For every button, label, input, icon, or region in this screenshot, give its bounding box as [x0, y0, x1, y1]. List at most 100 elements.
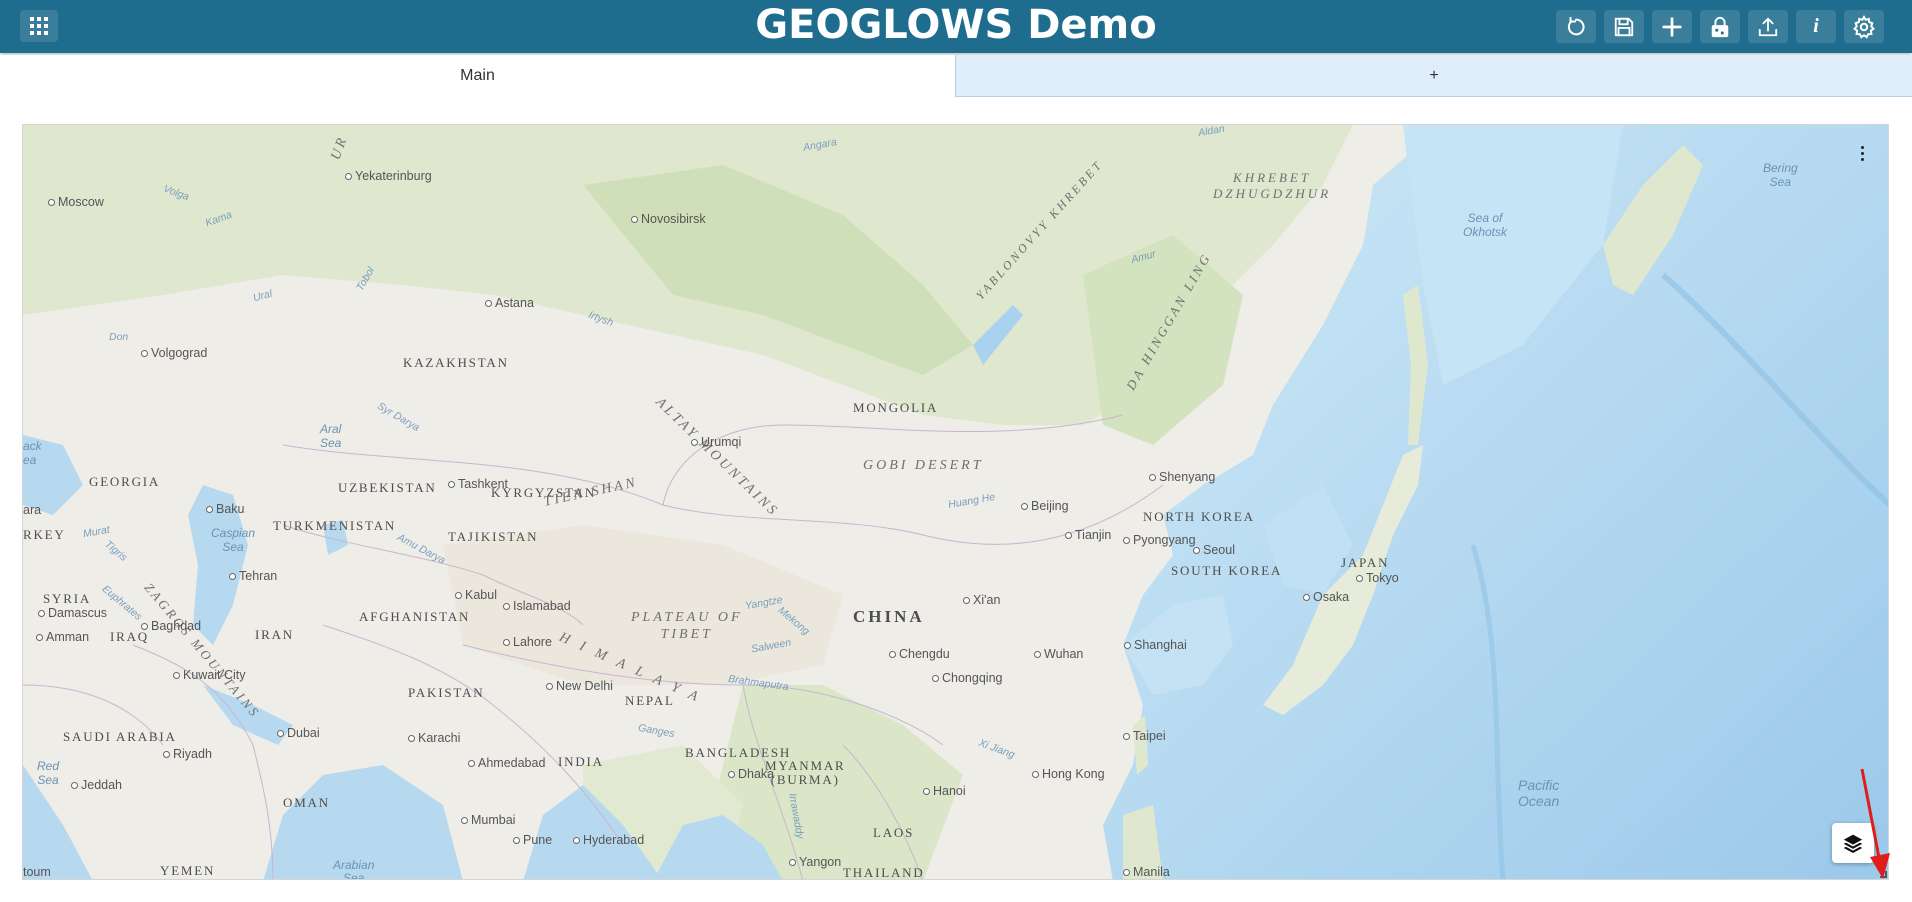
city-pyongyang: Pyongyang	[1123, 533, 1196, 547]
city-beijing: Beijing	[1021, 499, 1069, 513]
upload-button[interactable]	[1748, 10, 1788, 43]
label-river-don: Don	[109, 331, 129, 343]
city-tokyo: Tokyo	[1356, 571, 1399, 585]
label-bering-sea: Bering Sea	[1763, 161, 1798, 189]
info-icon: i	[1813, 15, 1819, 37]
upload-icon	[1758, 16, 1778, 36]
city-taipei: Taipei	[1123, 729, 1166, 743]
city-xian: Xi'an	[963, 593, 1000, 607]
city-shanghai: Shanghai	[1124, 638, 1187, 652]
city-manila: Manila	[1123, 865, 1170, 879]
label-mongolia: MONGOLIA	[853, 400, 939, 415]
label-sea-of-okhotsk: Sea of Okhotsk	[1463, 211, 1508, 239]
label-north-korea: NORTH KOREA	[1143, 509, 1255, 524]
label-gobi-desert: GOBI DESERT	[863, 458, 984, 473]
city-hong-kong: Hong Kong	[1032, 767, 1105, 781]
city-new-delhi: New Delhi	[546, 679, 613, 693]
refresh-icon	[1567, 16, 1585, 35]
city-mumbai: Mumbai	[461, 813, 515, 827]
label-thailand: THAILAND	[843, 865, 925, 880]
refresh-button[interactable]	[1556, 10, 1596, 43]
city-dubai: Dubai	[277, 726, 320, 740]
label-china: CHINA	[853, 607, 925, 626]
info-button[interactable]: i	[1796, 10, 1836, 43]
city-urumqi: Urumqi	[691, 435, 741, 449]
add-button[interactable]	[1652, 10, 1692, 43]
label-arabian-sea: Arabian Sea	[333, 858, 375, 880]
label-japan: JAPAN	[1341, 555, 1390, 570]
city-shenyang: Shenyang	[1149, 470, 1215, 484]
label-pacific-ocean: Pacific Ocean	[1518, 777, 1560, 809]
city-chengdu: Chengdu	[889, 647, 950, 661]
red-arrow-annotation	[1860, 768, 1890, 879]
city-tehran: Tehran	[229, 569, 277, 583]
city-moscow: Moscow	[48, 195, 104, 209]
label-caspian-sea: Caspian Sea	[211, 526, 256, 554]
city-tashkent: Tashkent	[448, 477, 508, 491]
label-plateau-of-tibet: PLATEAU OF TIBET	[631, 610, 743, 642]
city-amman: Amman	[36, 630, 89, 644]
city-kabul: Kabul	[455, 588, 497, 602]
label-laos: LAOS	[873, 825, 915, 840]
label-red-sea: Red Sea	[37, 759, 60, 787]
app-header: GEOGLOWS Demo i	[0, 0, 1912, 53]
add-icon	[1662, 16, 1682, 37]
label-aral-sea: Aral Sea	[320, 422, 342, 450]
city-volgograd: Volgograd	[141, 346, 207, 360]
kebab-dot-icon	[1860, 145, 1864, 149]
label-syria: SYRIA	[43, 591, 92, 606]
label-south-korea: SOUTH KOREA	[1171, 563, 1283, 578]
city-astana: Astana	[485, 296, 534, 310]
label-turkey: RKEY	[23, 527, 66, 542]
tab-main[interactable]: Main	[0, 55, 955, 97]
map-view[interactable]: KAZAKHSTAN MONGOLIA CHINA UZBEKISTAN TUR…	[22, 124, 1889, 880]
save-icon	[1614, 17, 1634, 36]
city-baghdad: Baghdad	[141, 619, 201, 633]
label-kazakhstan: KAZAKHSTAN	[403, 355, 509, 370]
city-baku: Baku	[206, 502, 245, 516]
city-riyadh: Riyadh	[163, 747, 212, 761]
city-pune: Pune	[513, 833, 552, 847]
apps-grid-button[interactable]	[20, 10, 58, 42]
city-osaka: Osaka	[1303, 590, 1349, 604]
kebab-dot-icon	[1860, 151, 1864, 155]
kebab-dot-icon	[1860, 157, 1864, 161]
gear-icon	[1853, 14, 1875, 39]
city-chongqing: Chongqing	[932, 671, 1002, 685]
lock-icon	[1711, 16, 1729, 37]
city-tianjin: Tianjin	[1065, 528, 1111, 542]
city-partial-toum: toum	[23, 865, 51, 879]
label-uzbekistan: UZBEKISTAN	[338, 480, 437, 495]
city-islamabad: Islamabad	[503, 599, 571, 613]
city-kuwait-city: Kuwait City	[173, 668, 246, 682]
label-saudi-arabia: SAUDI ARABIA	[63, 729, 177, 744]
label-oman: OMAN	[283, 795, 330, 810]
label-afghanistan: AFGHANISTAN	[359, 609, 471, 624]
city-dhaka: Dhaka	[728, 767, 774, 781]
city-partial-ara: ara	[23, 503, 42, 517]
city-karachi: Karachi	[408, 731, 460, 745]
map-options-menu-button[interactable]	[1852, 141, 1872, 165]
city-yekaterinburg: Yekaterinburg	[345, 169, 432, 183]
label-turkmenistan: TURKMENISTAN	[273, 518, 397, 533]
city-wuhan: Wuhan	[1034, 647, 1083, 661]
label-yemen: YEMEN	[160, 863, 216, 878]
label-tajikistan: TAJIKISTAN	[448, 529, 539, 544]
city-seoul: Seoul	[1193, 543, 1235, 557]
lock-button[interactable]	[1700, 10, 1740, 43]
city-novosibirsk: Novosibirsk	[631, 212, 706, 226]
label-pakistan: PAKISTAN	[408, 685, 485, 700]
settings-button[interactable]	[1844, 10, 1884, 43]
city-hyderabad: Hyderabad	[573, 833, 644, 847]
apps-grid-icon	[30, 17, 48, 35]
city-yangon: Yangon	[789, 855, 841, 869]
label-iran: IRAN	[255, 627, 294, 642]
label-india: INDIA	[558, 754, 604, 769]
label-khrebet-dzhugdzhur: KHREBET DZHUGDZHUR	[1213, 170, 1332, 201]
label-myanmar: MYANMAR (BURMA)	[765, 758, 846, 787]
label-nepal: NEPAL	[625, 693, 675, 708]
tab-add[interactable]: +	[955, 55, 1912, 97]
city-hanoi: Hanoi	[923, 784, 966, 798]
save-button[interactable]	[1604, 10, 1644, 43]
city-jeddah: Jeddah	[71, 778, 122, 792]
